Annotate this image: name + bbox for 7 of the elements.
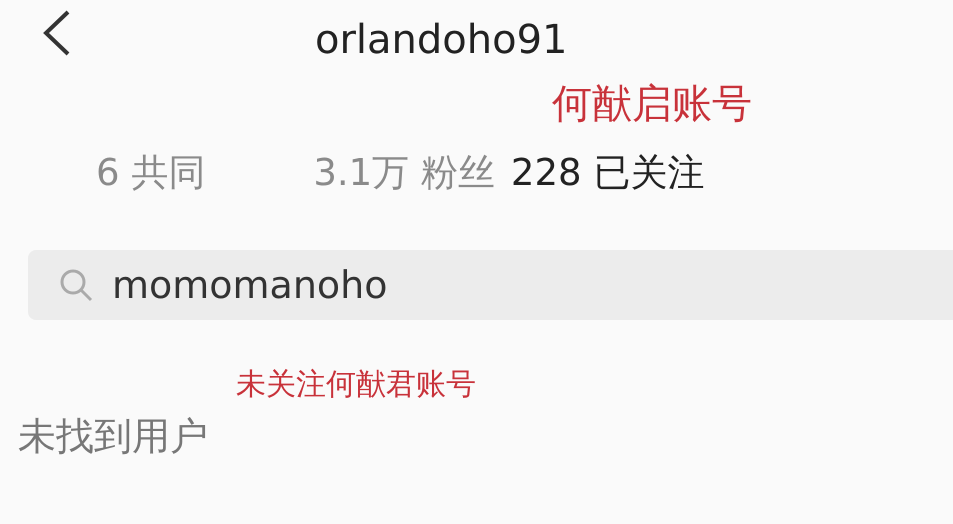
annotation-text: 未关注何猷君账号 [236,366,476,404]
username-title: orlandoho91 [315,16,568,65]
annotation-text: 何猷启账号 [552,80,752,129]
search-field[interactable]: momomanoho [28,250,953,320]
search-icon [58,267,94,303]
empty-message: 未找到用户 [18,413,209,460]
stat-tab[interactable]: 228 已关注 [502,135,712,210]
